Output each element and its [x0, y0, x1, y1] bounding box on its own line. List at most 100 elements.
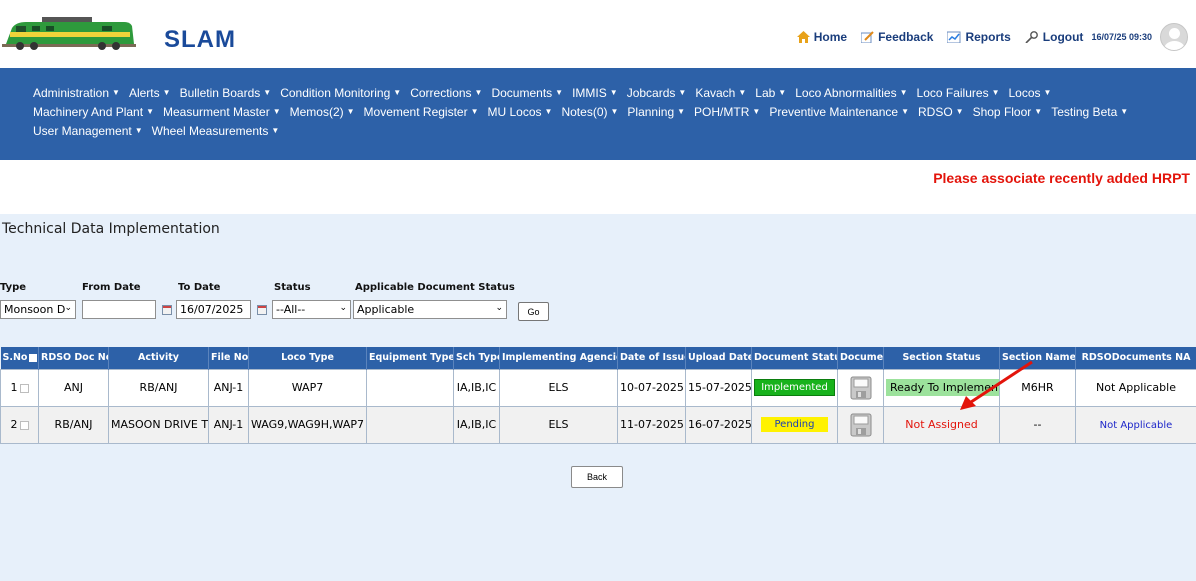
back-button[interactable]: Back: [571, 466, 623, 488]
caret-down-icon: ▼: [778, 88, 787, 97]
from-date-input[interactable]: [82, 300, 156, 319]
type-select[interactable]: Monsoon D ⌄: [0, 300, 76, 319]
row-sch-type: IA,IB,IC: [453, 405, 500, 444]
row-sno: 1: [0, 368, 39, 407]
logout-icon: [1025, 31, 1038, 43]
row-activity: MASOON DRIVE TEST: [108, 405, 209, 444]
row-agencies: ELS: [499, 405, 618, 444]
select-all-checkbox[interactable]: [29, 353, 38, 362]
caret-down-icon: ▼: [162, 88, 171, 97]
col-rdso-documents-na: RDSODocuments NA: [1075, 347, 1196, 369]
row-na: Not Applicable: [1075, 368, 1196, 407]
col-document: Document: [837, 347, 884, 369]
to-date-input[interactable]: 16/07/2025: [176, 300, 251, 319]
row-sno: 2: [0, 405, 39, 444]
caret-down-icon: ▼: [901, 107, 909, 116]
home-link[interactable]: Home: [796, 30, 848, 44]
caret-down-icon: ▼: [346, 107, 355, 116]
nav-poh-mtr[interactable]: POH/MTR ▼: [694, 105, 760, 119]
avatar[interactable]: [1160, 23, 1188, 51]
to-calendar-icon[interactable]: [257, 305, 267, 315]
row-checkbox[interactable]: [19, 420, 29, 430]
col-implementing-agencies: Implementing Agencies: [499, 347, 618, 369]
nav-mu-locos[interactable]: MU Locos ▼: [488, 105, 553, 119]
section-status-text: Not Assigned: [905, 418, 978, 431]
caret-down-icon: ▼: [610, 107, 619, 116]
nav-wheel-measurements[interactable]: Wheel Measurements ▼: [152, 124, 280, 138]
row-doc-status: Pending: [751, 405, 838, 444]
row-section-status: Not Assigned: [883, 405, 1000, 444]
row-file-no: ANJ-1: [208, 368, 249, 407]
top-links: Home Feedback Reports Logout 16/07/25 09…: [783, 22, 1188, 52]
nav-shop-floor[interactable]: Shop Floor ▼: [973, 105, 1043, 119]
nav-movement-register[interactable]: Movement Register ▼: [364, 105, 479, 119]
caret-down-icon: ▼: [263, 88, 272, 97]
nav-testing-beta[interactable]: Testing Beta ▼: [1051, 105, 1128, 119]
status-badge: Pending: [760, 417, 829, 432]
not-applicable-link[interactable]: Not Applicable: [1100, 420, 1173, 431]
row-upload-date: 15-07-2025: [685, 368, 752, 407]
doc-status-label: Applicable Document Status: [355, 282, 515, 293]
row-equipment-type: [366, 405, 454, 444]
nav-preventive-maintenance[interactable]: Preventive Maintenance ▼: [769, 105, 909, 119]
col-section-status: Section Status: [883, 347, 1000, 369]
nav-loco-abnormalities[interactable]: Loco Abnormalities ▼: [795, 86, 907, 100]
logout-link[interactable]: Logout: [1025, 30, 1084, 44]
reports-link[interactable]: Reports: [947, 30, 1011, 44]
nav-immis[interactable]: IMMIS ▼: [572, 86, 618, 100]
feedback-link[interactable]: Feedback: [861, 30, 933, 44]
section-status-badge: Ready To Implement: [886, 379, 999, 396]
caret-down-icon: ▼: [899, 88, 908, 97]
status-select[interactable]: --All-- ⌄: [272, 300, 351, 319]
chevron-down-icon: ⌄: [64, 303, 72, 313]
caret-down-icon: ▼: [752, 107, 761, 116]
nav-condition-monitoring[interactable]: Condition Monitoring ▼: [280, 86, 401, 100]
row-agencies: ELS: [499, 368, 618, 407]
nav-locos[interactable]: Locos ▼: [1009, 86, 1052, 100]
logout-label: Logout: [1042, 30, 1084, 44]
nav-machinery-and-plant[interactable]: Machinery And Plant ▼: [33, 105, 154, 119]
nav-planning[interactable]: Planning ▼: [627, 105, 685, 119]
nav-corrections[interactable]: Corrections ▼: [410, 86, 482, 100]
nav-loco-failures[interactable]: Loco Failures ▼: [917, 86, 1000, 100]
from-calendar-icon[interactable]: [162, 305, 172, 315]
row-upload-date: 16-07-2025: [685, 405, 752, 444]
nav-notes[interactable]: Notes(0) ▼: [561, 105, 618, 119]
app-name: SLAM: [164, 26, 236, 53]
nav-row-2: Machinery And Plant ▼ Measurment Master ▼ …: [33, 102, 1196, 121]
save-disk-icon[interactable]: [850, 376, 872, 400]
nav-measurment-master[interactable]: Measurment Master ▼: [163, 105, 281, 119]
nav-administration[interactable]: Administration ▼: [33, 86, 120, 100]
nav-jobcards[interactable]: Jobcards ▼: [627, 86, 687, 100]
nav-memos[interactable]: Memos(2) ▼: [290, 105, 355, 119]
go-button[interactable]: Go: [518, 302, 549, 321]
row-doc-no: ANJ: [38, 368, 109, 407]
datetime-display: 16/07/25 09:30: [1091, 32, 1152, 42]
home-label: Home: [813, 30, 848, 44]
caret-down-icon: ▼: [991, 88, 1000, 97]
nav-kavach[interactable]: Kavach ▼: [695, 86, 746, 100]
caret-down-icon: ▼: [272, 107, 281, 116]
col-sno: S.No: [0, 347, 39, 369]
chevron-down-icon: ⌄: [495, 303, 503, 313]
nav-documents[interactable]: Documents ▼: [491, 86, 563, 100]
nav-user-management[interactable]: User Management ▼: [33, 124, 143, 138]
doc-status-select[interactable]: Applicable ⌄: [353, 300, 507, 319]
caret-down-icon: ▼: [1043, 88, 1052, 97]
caret-down-icon: ▼: [146, 107, 154, 116]
row-checkbox[interactable]: [19, 383, 29, 393]
nav-alerts[interactable]: Alerts ▼: [129, 86, 171, 100]
nav-lab[interactable]: Lab ▼: [755, 86, 786, 100]
save-disk-icon[interactable]: [850, 413, 872, 437]
row-activity: RB/ANJ: [108, 368, 209, 407]
nav-bulletin-boards[interactable]: Bulletin Boards ▼: [180, 86, 272, 100]
chevron-down-icon: ⌄: [339, 303, 347, 313]
caret-down-icon: ▼: [1034, 107, 1043, 116]
row-sch-type: IA,IB,IC: [453, 368, 500, 407]
nav-rdso[interactable]: RDSO ▼: [918, 105, 964, 119]
feedback-label: Feedback: [878, 30, 934, 44]
app-header: SLAM Home Feedback Reports Logout 16/07/…: [0, 0, 1196, 68]
caret-down-icon: ▼: [555, 88, 564, 97]
caret-down-icon: ▼: [678, 88, 687, 97]
content-panel: Technical Data Implementation Type Monso…: [0, 214, 1196, 581]
